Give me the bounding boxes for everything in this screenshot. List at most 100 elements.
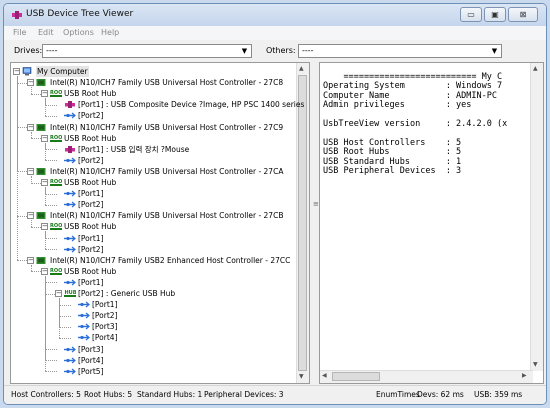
collapse-toggle-icon[interactable]: − [41, 179, 48, 186]
port-icon [64, 356, 76, 365]
tree-node-label: USB Root Hub [64, 222, 117, 232]
port-icon [78, 322, 90, 331]
tree-node[interactable]: −ROOTUSB Root Hub [11, 221, 297, 232]
tree-node[interactable]: [Port3] [11, 344, 297, 355]
controller-icon [36, 167, 46, 176]
collapse-toggle-icon[interactable]: − [27, 256, 34, 264]
others-combobox[interactable]: ---- ▼ [298, 44, 502, 58]
tree-node[interactable]: [Port1] : USB Composite Device ?Image, H… [11, 99, 304, 110]
collapse-toggle-icon[interactable]: − [13, 68, 20, 75]
collapse-toggle-icon[interactable]: − [41, 223, 48, 231]
tree-node[interactable]: −ROOTUSB Root Hub [11, 177, 297, 188]
title-bar[interactable]: USB Device Tree Viewer ▭ ▣ ⊠ [4, 4, 546, 26]
roothub-icon: ROOT [50, 89, 66, 98]
tree-node[interactable]: − Intel(R) N10/ICH7 Family USB Universal … [11, 122, 297, 133]
tree-node[interactable]: [Port4] [11, 355, 297, 366]
tree-node[interactable]: [Port4] [11, 332, 297, 343]
tree-node[interactable]: − Intel(R) N10/ICH7 Family USB Universal … [11, 166, 297, 177]
controller-icon [36, 256, 46, 265]
tree-node[interactable]: [Port1] [11, 299, 297, 310]
tree-node-label: [Port2] [78, 200, 104, 210]
status-devs-time: Devs: 62 ms [417, 390, 464, 399]
scroll-left-icon[interactable]: ◀ [322, 372, 327, 379]
collapse-toggle-icon[interactable]: − [27, 123, 34, 131]
status-usb-time: USB: 359 ms [474, 390, 523, 399]
tree-node[interactable]: −ROOTUSB Root Hub [11, 133, 297, 144]
scroll-up-icon[interactable]: ▲ [299, 65, 304, 72]
tree-node[interactable]: [Port5] [11, 366, 297, 377]
controller-icon [36, 211, 46, 220]
menu-edit[interactable]: Edit [38, 28, 54, 37]
tree-vertical-scrollbar[interactable]: ▲ ▼ [296, 63, 309, 383]
tree-node-label: [Port2] [92, 311, 118, 321]
tree-node[interactable]: − Intel(R) N10/ICH7 Family USB Universal … [11, 210, 297, 221]
tree-node[interactable]: − Intel(R) N10/ICH7 Family USB Universal … [11, 77, 297, 88]
info-pane[interactable]: ========================== My C Operatin… [319, 62, 544, 384]
tree-node[interactable]: −ROOTUSB Root Hub [11, 88, 297, 99]
maximize-button[interactable]: ▣ [484, 7, 506, 22]
window-title: USB Device Tree Viewer [26, 9, 134, 19]
splitter-grip-icon[interactable]: ≡ [313, 200, 319, 208]
tree-node[interactable]: [Port2] [11, 310, 297, 321]
tree-node-label: USB Root Hub [64, 133, 117, 143]
tree-node[interactable]: [Port2] [11, 199, 297, 210]
tree-node[interactable]: − My Computer [11, 66, 297, 77]
port-icon [64, 245, 76, 254]
collapse-toggle-icon[interactable]: − [27, 212, 34, 220]
scroll-right-icon[interactable]: ▶ [522, 372, 527, 379]
usb-app-icon [12, 11, 22, 19]
port-icon [64, 278, 76, 287]
tree-node-label: [Port2] : Generic USB Hub [78, 289, 176, 298]
drives-combobox[interactable]: ---- ▼ [42, 44, 252, 58]
tree-node[interactable]: −ROOTUSB Root Hub [11, 266, 297, 277]
collapse-toggle-icon[interactable]: − [41, 134, 48, 142]
chevron-down-icon[interactable]: ▼ [239, 46, 250, 56]
collapse-toggle-icon[interactable]: − [41, 90, 48, 98]
tree-node[interactable]: [Port2] [11, 244, 297, 255]
tree-node[interactable]: [Port2] [11, 155, 297, 166]
tree-node[interactable]: [Port3] [11, 321, 297, 332]
collapse-toggle-icon[interactable]: − [55, 290, 62, 297]
chevron-down-icon[interactable]: ▼ [489, 46, 500, 56]
tree-node[interactable]: [Port2] [11, 110, 297, 121]
tree-node-label: USB Root Hub [64, 178, 117, 187]
controller-icon [36, 78, 46, 87]
menu-bar: File Edit Options Help [4, 26, 546, 40]
collapse-toggle-icon[interactable]: − [27, 167, 34, 175]
tree-node-label: USB Root Hub [64, 266, 117, 276]
port-icon [78, 311, 90, 320]
close-button[interactable]: ⊠ [508, 7, 538, 22]
tree-node-label: Intel(R) N10/ICH7 Family USB Universal H… [50, 211, 284, 221]
collapse-toggle-icon[interactable]: − [41, 267, 48, 275]
port-icon [64, 345, 76, 354]
tree-node[interactable]: [Port1] : USB 입력 장치 ?Mouse [11, 144, 297, 155]
tree-node[interactable]: − Intel(R) N10/ICH7 Family USB2 Enhanced … [11, 255, 297, 266]
info-vertical-scrollbar[interactable]: ▲ ▼ [530, 63, 543, 371]
port-icon [64, 234, 76, 243]
tree-node[interactable]: [Port1] [11, 233, 297, 244]
status-peripheral-devices: Peripheral Devices: 3 [204, 390, 284, 399]
status-root-hubs: Root Hubs: 5 [84, 390, 133, 399]
tree-node-label: [Port4] [92, 333, 118, 343]
menu-help[interactable]: Help [101, 28, 119, 37]
tree-scroll-thumb[interactable] [298, 75, 307, 371]
pane-splitter[interactable]: ≡ [311, 62, 319, 384]
scroll-up-icon[interactable]: ▲ [533, 65, 538, 72]
menu-file[interactable]: File [13, 28, 26, 37]
tree-node-label: [Port3] [92, 322, 118, 332]
scroll-down-icon[interactable]: ▼ [299, 373, 304, 380]
tree-node[interactable]: [Port1] [11, 188, 297, 199]
device-tree[interactable]: ▲ ▼ − My Computer − Intel(R) N10/ICH7 Famil… [10, 62, 310, 384]
status-standard-hubs: Standard Hubs: 1 [137, 390, 203, 399]
minimize-button[interactable]: ▭ [460, 7, 482, 22]
tree-node[interactable]: − HUB [Port2] : Generic USB Hub [11, 288, 297, 299]
device-icon [64, 145, 75, 154]
scroll-down-icon[interactable]: ▼ [533, 361, 538, 368]
tree-node[interactable]: [Port1] [11, 277, 297, 288]
menu-options[interactable]: Options [63, 28, 94, 37]
tree-node-label: [Port1] : USB 입력 장치 ?Mouse [78, 144, 190, 154]
info-hscroll-thumb[interactable] [332, 372, 380, 381]
info-horizontal-scrollbar[interactable]: ◀ ▶ [320, 370, 533, 383]
others-label: Others: [266, 46, 296, 55]
collapse-toggle-icon[interactable]: − [27, 79, 34, 87]
